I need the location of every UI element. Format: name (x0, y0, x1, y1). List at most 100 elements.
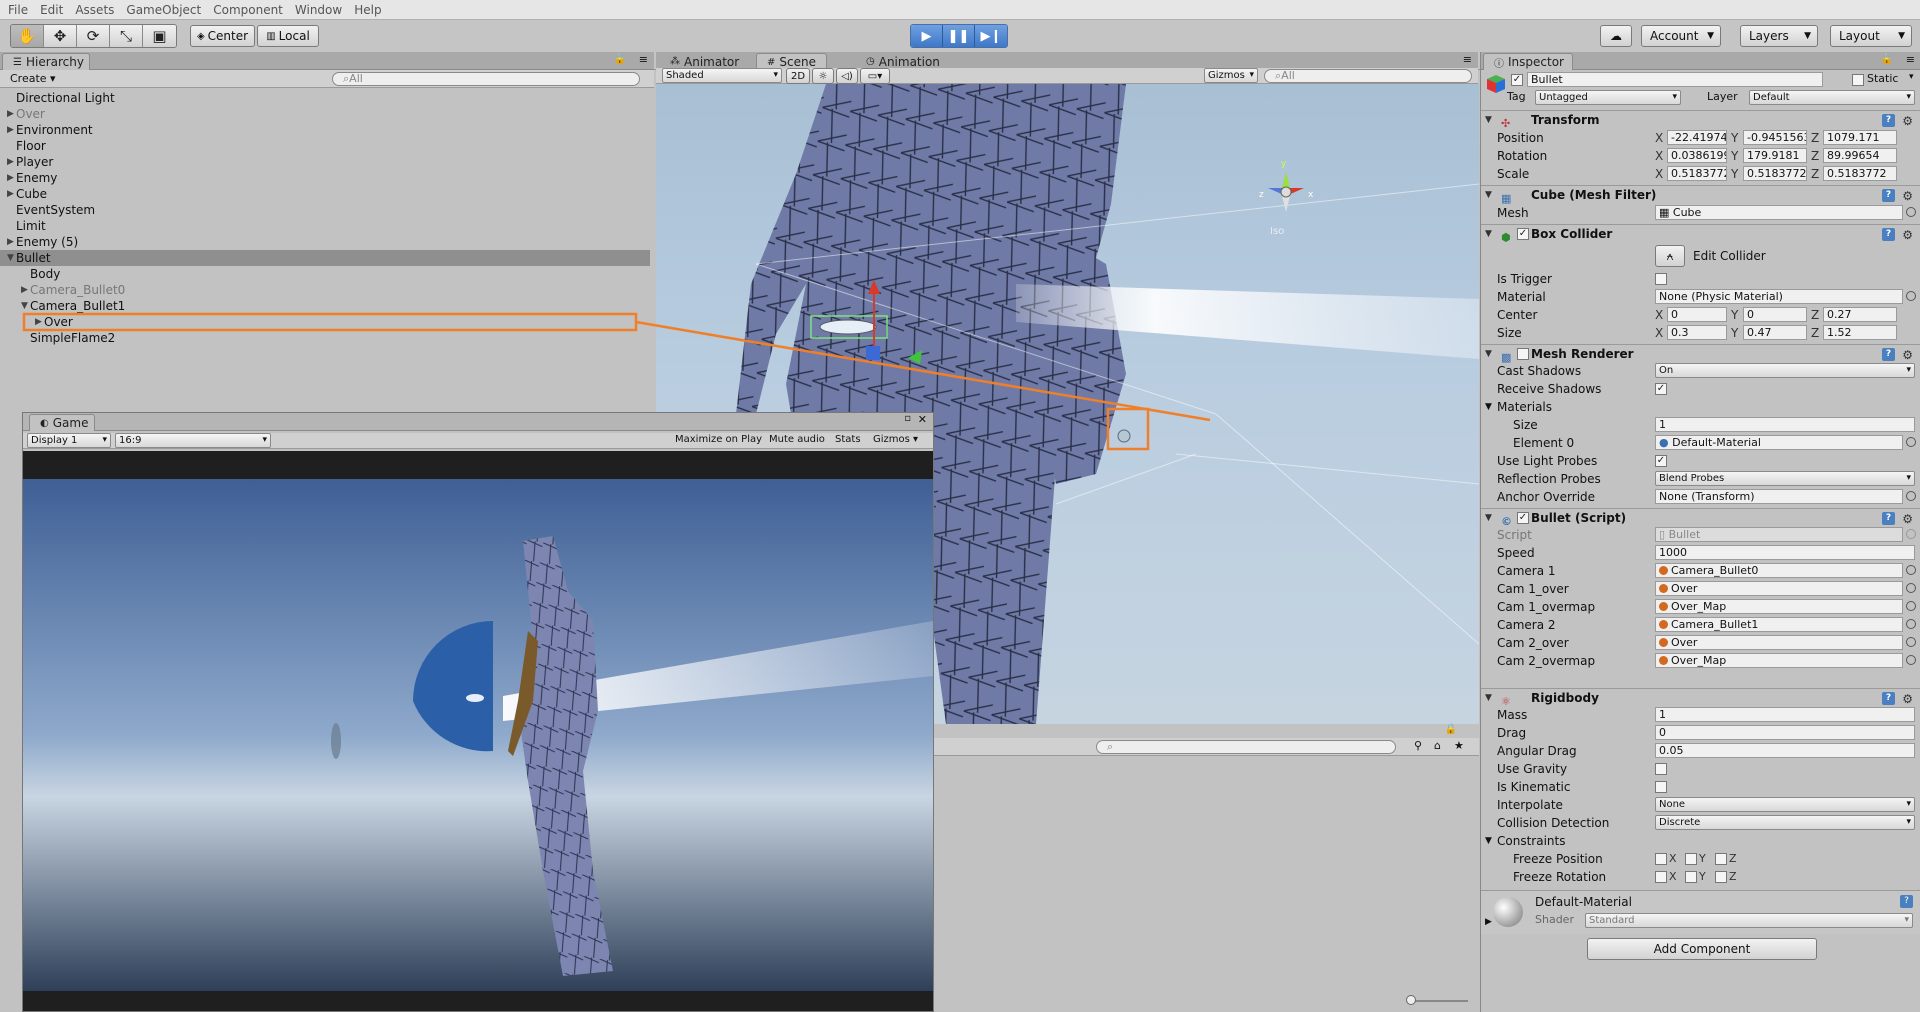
interpolate-dropdown[interactable]: None (1655, 797, 1915, 812)
add-component-button[interactable]: Add Component (1587, 938, 1817, 960)
shader-dropdown[interactable]: Standard (1585, 913, 1913, 928)
bullet-script-enabled-checkbox[interactable]: ✓ (1517, 512, 1529, 524)
edit-collider-button[interactable]: ⍲ (1655, 245, 1685, 267)
rotation-x-field[interactable]: 0.03861993 (1667, 148, 1727, 163)
transform-icon: ✣ (1501, 117, 1511, 130)
materials-row[interactable]: ▼ Materials (1481, 398, 1920, 416)
script-reference-field[interactable]: Over_Map (1655, 653, 1903, 668)
script-reference-field[interactable]: Over (1655, 635, 1903, 650)
drag-field[interactable]: 0 (1655, 725, 1915, 740)
constraints-label: Constraints (1497, 834, 1566, 848)
object-picker-icon[interactable] (1906, 437, 1916, 447)
reflection-probes-dropdown[interactable]: Blend Probes (1655, 471, 1915, 486)
script-reference-row: Cam 2_over Over (1481, 634, 1920, 652)
use-gravity-checkbox[interactable] (1655, 763, 1667, 775)
collision-detection-dropdown[interactable]: Discrete (1655, 815, 1915, 830)
mesh-filter-component-header[interactable]: ▼ ▦ Cube (Mesh Filter) ? ⚙ (1481, 185, 1920, 205)
mesh-renderer-enabled-checkbox[interactable] (1517, 348, 1529, 360)
help-icon[interactable]: ? (1882, 189, 1895, 202)
freeze-position-y-label: Y (1699, 852, 1706, 865)
size-x-field[interactable]: 0.3 (1667, 325, 1727, 340)
mesh-filter-icon: ▦ (1501, 192, 1512, 205)
script-reference-field[interactable]: Over (1655, 581, 1903, 596)
object-picker-icon[interactable] (1906, 291, 1916, 301)
mesh-field[interactable]: ▦ Cube (1655, 205, 1903, 220)
drag-label: Drag (1497, 726, 1527, 740)
freeze-rotation-z-checkbox[interactable] (1715, 871, 1727, 883)
freeze-position-x-checkbox[interactable] (1655, 853, 1667, 865)
size-y-field[interactable]: 0.47 (1743, 325, 1807, 340)
inspector-lock-icon[interactable]: 🔒 (1881, 54, 1893, 65)
materials-size-field[interactable]: 1 (1655, 417, 1915, 432)
bullet-script-component-header[interactable]: ▼ © ✓ Bullet (Script) ? ⚙ (1481, 508, 1920, 528)
material-section[interactable]: Default-Material ▶ Shader Standard ? (1481, 890, 1920, 934)
position-x-field[interactable]: -22.41974 (1667, 130, 1727, 145)
rigidbody-component-header[interactable]: ▼ ⚛ Rigidbody ? ⚙ (1481, 688, 1920, 708)
size-z-field[interactable]: 1.52 (1823, 325, 1897, 340)
gameobject-active-checkbox[interactable]: ✓ (1511, 74, 1523, 86)
anchor-override-field[interactable]: None (Transform) (1655, 489, 1903, 504)
rotation-z-field[interactable]: 89.99654 (1823, 148, 1897, 163)
box-collider-component-header[interactable]: ▼ ⬢ ✓ Box Collider ? ⚙ (1481, 224, 1920, 244)
script-file-icon: ▯ (1659, 528, 1669, 541)
element0-field[interactable]: ● Default-Material (1655, 435, 1903, 450)
center-y-field[interactable]: 0 (1743, 307, 1807, 322)
light-probes-checkbox[interactable]: ✓ (1655, 455, 1667, 467)
object-picker-icon (1906, 529, 1916, 539)
mass-field[interactable]: 1 (1655, 707, 1915, 722)
object-picker-icon[interactable] (1906, 491, 1916, 501)
center-z-field[interactable]: 0.27 (1823, 307, 1897, 322)
cast-shadows-dropdown[interactable]: On (1655, 363, 1915, 378)
angular-drag-field[interactable]: 0.05 (1655, 743, 1915, 758)
material-help-icon[interactable]: ? (1900, 895, 1913, 908)
center-x-field[interactable]: 0 (1667, 307, 1727, 322)
freeze-rotation-x-checkbox[interactable] (1655, 871, 1667, 883)
help-icon[interactable]: ? (1882, 114, 1895, 127)
tab-inspector[interactable]: ⓘ Inspector (1483, 53, 1573, 70)
tag-dropdown[interactable]: Untagged (1535, 90, 1681, 105)
receive-shadows-checkbox[interactable]: ✓ (1655, 383, 1667, 395)
freeze-position-z-checkbox[interactable] (1715, 853, 1727, 865)
script-reference-field[interactable]: Over_Map (1655, 599, 1903, 614)
box-collider-enabled-checkbox[interactable]: ✓ (1517, 228, 1529, 240)
constraints-row[interactable]: ▼ Constraints (1481, 832, 1920, 850)
object-picker-icon[interactable] (1906, 619, 1916, 629)
inspector-menu-icon[interactable]: ≡ (1906, 53, 1915, 66)
rotation-y-field[interactable]: 179.9181 (1743, 148, 1807, 163)
object-picker-icon[interactable] (1906, 655, 1916, 665)
gameobject-icon (1659, 566, 1668, 575)
object-picker-icon[interactable] (1906, 601, 1916, 611)
collision-detection-row: Collision Detection Discrete (1481, 814, 1920, 832)
mesh-renderer-component-header[interactable]: ▼ ▩ Mesh Renderer ? ⚙ (1481, 344, 1920, 364)
gameobject-name-input[interactable]: Bullet (1527, 72, 1823, 87)
help-icon[interactable]: ? (1882, 348, 1895, 361)
transform-component-header[interactable]: ▼ ✣ Transform ? ⚙ (1481, 110, 1920, 130)
scale-z-field[interactable]: 0.5183772 (1823, 166, 1897, 181)
object-picker-icon[interactable] (1906, 637, 1916, 647)
script-reference-field[interactable]: Camera_Bullet0 (1655, 563, 1903, 578)
object-picker-icon[interactable] (1906, 583, 1916, 593)
help-icon[interactable]: ? (1882, 692, 1895, 705)
gameobject-icon (1659, 638, 1668, 647)
help-icon[interactable]: ? (1882, 228, 1895, 241)
position-y-field[interactable]: -0.9451563 (1743, 130, 1807, 145)
is-kinematic-checkbox[interactable] (1655, 781, 1667, 793)
static-checkbox[interactable] (1852, 74, 1864, 86)
freeze-rotation-y-checkbox[interactable] (1685, 871, 1697, 883)
reflection-probes-label: Reflection Probes (1497, 472, 1601, 486)
freeze-rotation-label: Freeze Rotation (1513, 870, 1607, 884)
object-picker-icon[interactable] (1906, 207, 1916, 217)
layer-dropdown[interactable]: Default (1749, 90, 1915, 105)
freeze-position-y-checkbox[interactable] (1685, 853, 1697, 865)
scale-x-field[interactable]: 0.5183772 (1667, 166, 1727, 181)
help-icon[interactable]: ? (1882, 512, 1895, 525)
light-probes-label: Use Light Probes (1497, 454, 1598, 468)
physic-material-field[interactable]: None (Physic Material) (1655, 289, 1903, 304)
scale-y-field[interactable]: 0.5183772 (1743, 166, 1807, 181)
position-z-field[interactable]: 1079.171 (1823, 130, 1897, 145)
speed-field[interactable]: 1000 (1655, 545, 1915, 560)
object-picker-icon[interactable] (1906, 565, 1916, 575)
static-arrow-icon[interactable]: ▾ (1909, 72, 1914, 82)
script-reference-field[interactable]: Camera_Bullet1 (1655, 617, 1903, 632)
is-trigger-checkbox[interactable] (1655, 273, 1667, 285)
